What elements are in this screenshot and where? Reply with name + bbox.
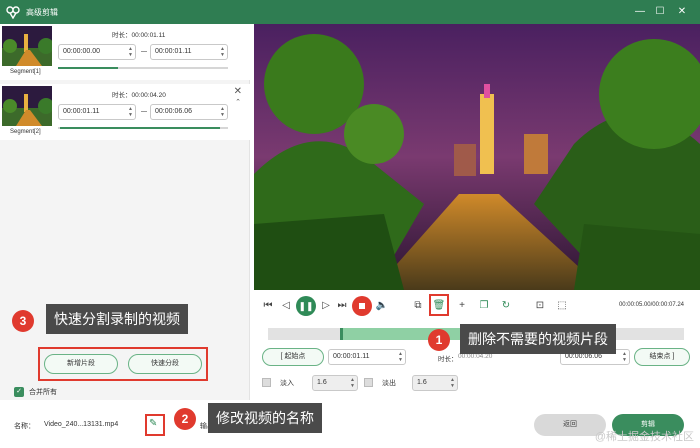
spinner-icon[interactable]: ▲ ▼ xyxy=(128,46,133,58)
segment-item[interactable]: Segment[1] 时长：00:00:01.11 00:00:00.00 ▲ ▼ … xyxy=(0,24,250,80)
stop-record-button[interactable] xyxy=(352,296,372,316)
remove-segment-icon[interactable]: ✕ xyxy=(234,86,242,97)
reset-icon[interactable]: ↻ xyxy=(498,298,514,314)
fade-controls: 淡入 1.6 ▲ ▼ 淡出 1.6 ▲ ▼ xyxy=(262,375,522,391)
duration-value: 00:00:04.20 xyxy=(458,353,493,360)
segment-duration: 时长：00:00:04.20 xyxy=(112,92,166,99)
collapse-chevron-icon[interactable]: ⌃ xyxy=(235,98,241,106)
annotation-badge-2: 2 xyxy=(174,408,196,430)
step-forward-icon[interactable]: ▷ xyxy=(318,298,334,314)
fade-in-label: 淡入 xyxy=(280,380,294,387)
pause-button[interactable]: ❚❚ xyxy=(296,296,316,316)
fade-in-checkbox[interactable] xyxy=(262,378,271,387)
close-button[interactable]: ✕ xyxy=(674,4,690,20)
fade-in-field[interactable]: 1.6 ▲ ▼ xyxy=(312,375,358,391)
mark-in-out-icon[interactable]: ⊡ xyxy=(532,298,548,314)
segment-start-time-field[interactable]: 00:00:00.00 ▲ ▼ xyxy=(58,44,136,60)
segment-thumbnail xyxy=(2,86,52,126)
maximize-button[interactable]: ☐ xyxy=(652,4,668,20)
playback-controls: ⏮ ◁ ❚❚ ▷ ⏭ 🔈 ⧉ 🗑 + ❐ ↻ ⊡ ⬚ 00:00:05.00/0… xyxy=(254,292,700,322)
segment-thumbnail xyxy=(2,26,52,66)
segment-progress-fill xyxy=(58,67,118,69)
copy-icon[interactable]: ❐ xyxy=(476,298,492,314)
title-bar: 高级剪辑 — ☐ ✕ xyxy=(0,0,700,24)
fade-out-label: 淡出 xyxy=(382,380,396,387)
timeline-selection[interactable] xyxy=(340,328,480,340)
spinner-icon[interactable]: ▲ ▼ xyxy=(220,106,225,118)
fade-out-field[interactable]: 1.6 ▲ ▼ xyxy=(412,375,458,391)
video-preview[interactable] xyxy=(254,24,700,290)
step-back-icon[interactable]: ◁ xyxy=(278,298,294,314)
segment-start-time-field[interactable]: 00:00:01.11 ▲ ▼ xyxy=(58,104,136,120)
annotation-badge-1: 1 xyxy=(428,329,450,351)
skip-to-end-icon[interactable]: ⏭ xyxy=(334,298,350,314)
merge-all-checkbox[interactable]: ✓ xyxy=(14,387,24,397)
start-time-field[interactable]: 00:00:01.11 ▲ ▼ xyxy=(328,349,406,365)
volume-icon[interactable]: 🔈 xyxy=(374,298,390,314)
add-icon[interactable]: + xyxy=(454,298,470,314)
preview-frame xyxy=(254,24,700,290)
range-separator xyxy=(141,111,147,112)
skip-to-start-icon[interactable]: ⏮ xyxy=(260,298,276,314)
annotation-callout-3: 快速分割录制的视频 xyxy=(46,304,188,334)
spinner-icon[interactable]: ▲ ▼ xyxy=(220,46,225,58)
annotation-badge-3: 3 xyxy=(12,310,34,332)
quick-split-button[interactable]: 快速分段 xyxy=(128,354,202,374)
new-segment-button[interactable]: 新增片段 xyxy=(44,354,118,374)
crop-icon[interactable]: ⬚ xyxy=(554,298,570,314)
annotation-callout-2: 修改视频的名称 xyxy=(208,403,322,433)
segment-item[interactable]: Segment[2] 时长：00:00:04.20 00:00:01.11 ▲ ▼ … xyxy=(0,84,250,140)
set-end-button[interactable]: 结束点 ] xyxy=(634,348,690,366)
segment-progress-fill xyxy=(60,127,220,129)
window-title: 高级剪辑 xyxy=(26,8,58,17)
fade-out-checkbox[interactable] xyxy=(364,378,373,387)
playback-time: 00:00:05.00/00:00:07.24 xyxy=(618,302,684,308)
segment-duration: 时长：00:00:01.11 xyxy=(112,32,166,39)
app-logo-icon xyxy=(6,6,20,19)
segment-label: Segment[1] xyxy=(10,69,41,75)
segment-end-time-field[interactable]: 00:00:01.11 ▲ ▼ xyxy=(150,44,228,60)
duration-label: 时长： xyxy=(438,356,458,363)
merge-all-label: 合并所有 xyxy=(29,389,57,396)
spinner-icon[interactable]: ▲ ▼ xyxy=(128,106,133,118)
set-start-button[interactable]: [ 起始点 xyxy=(262,348,324,366)
range-separator xyxy=(141,51,147,52)
file-name: Video_240...13131.mp4 xyxy=(44,421,119,428)
minimize-button[interactable]: — xyxy=(632,4,648,20)
name-label: 名称： xyxy=(14,423,35,430)
split-icon[interactable]: ⧉ xyxy=(410,298,426,314)
segment-label: Segment[2] xyxy=(10,129,41,135)
delete-segment-icon[interactable]: 🗑 xyxy=(431,298,447,314)
watermark: @稀土掘金技术社区 xyxy=(594,431,694,443)
edit-name-icon[interactable]: ✎ xyxy=(149,418,157,429)
segment-end-time-field[interactable]: 00:00:06.06 ▲ ▼ xyxy=(150,104,228,120)
segment-panel: Segment[1] 时长：00:00:01.11 00:00:00.00 ▲ ▼ … xyxy=(0,24,250,400)
annotation-callout-1: 删除不需要的视频片段 xyxy=(460,324,616,354)
